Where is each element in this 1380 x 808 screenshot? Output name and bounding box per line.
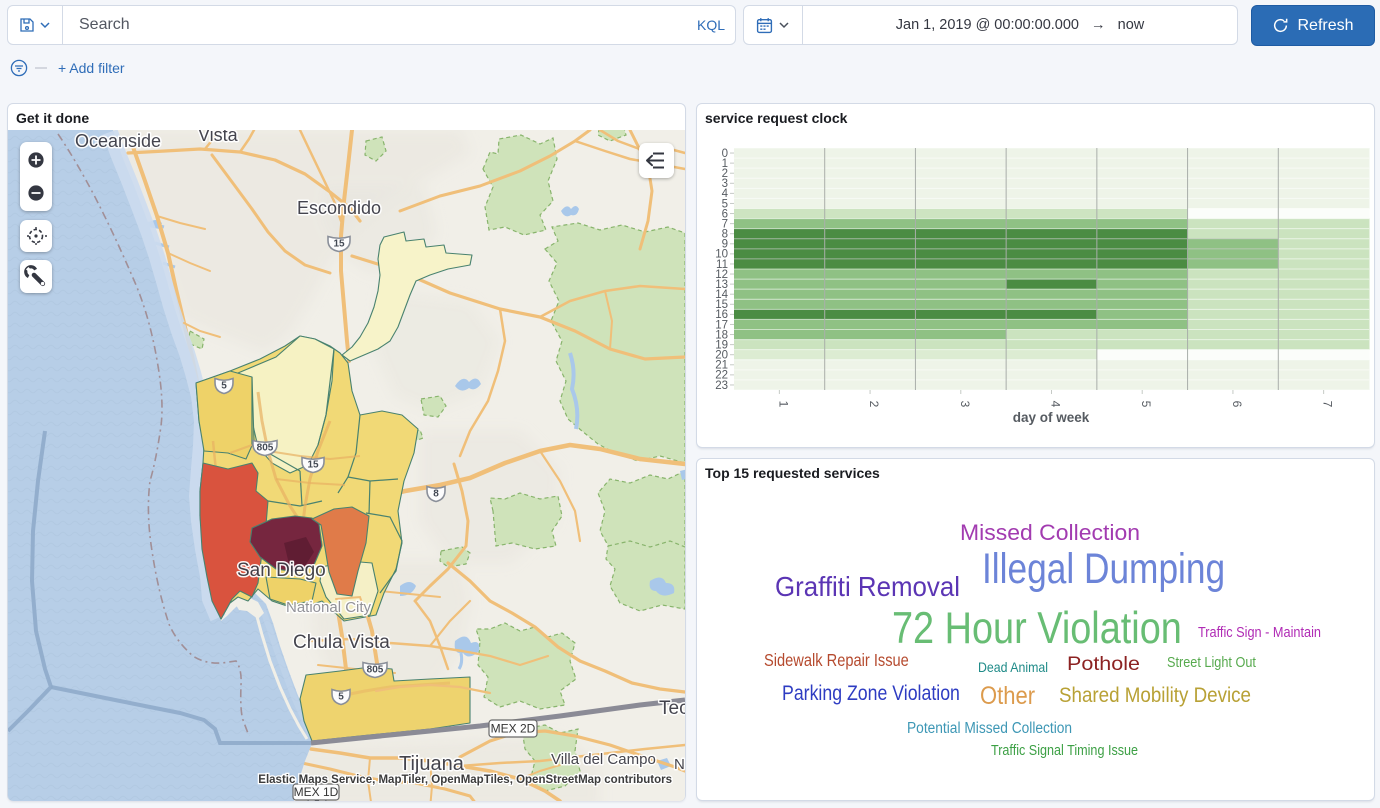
svg-text:1: 1 [776, 401, 790, 408]
svg-text:MEX 2D: MEX 2D [491, 722, 536, 736]
svg-text:San Diego: San Diego [237, 560, 326, 581]
svg-text:23: 23 [715, 380, 728, 392]
svg-text:2: 2 [867, 401, 881, 408]
svg-text:Villa del Campo: Villa del Campo [551, 751, 656, 768]
svg-text:805: 805 [257, 443, 274, 454]
svg-text:8: 8 [433, 489, 439, 500]
svg-text:5: 5 [221, 381, 227, 392]
svg-text:Vista: Vista [198, 130, 239, 145]
svg-text:Chula Vista: Chula Vista [293, 632, 390, 653]
svg-text:Tecate: Tecate [659, 698, 685, 719]
svg-text:National City: National City [286, 599, 372, 616]
svg-text:805: 805 [367, 665, 384, 676]
svg-text:6: 6 [1230, 401, 1244, 408]
svg-text:7: 7 [1321, 401, 1335, 408]
svg-text:3: 3 [958, 401, 972, 408]
svg-text:day of week: day of week [1013, 410, 1090, 425]
svg-text:4: 4 [1049, 401, 1063, 408]
svg-text:Escondido: Escondido [297, 198, 381, 218]
svg-text:5: 5 [1139, 401, 1153, 408]
svg-text:5: 5 [338, 692, 344, 703]
svg-text:15: 15 [333, 239, 345, 250]
svg-text:MEX 1D: MEX 1D [294, 785, 339, 799]
svg-text:15: 15 [307, 460, 319, 471]
svg-text:Tijuana: Tijuana [399, 753, 465, 775]
svg-text:Oceanside: Oceanside [75, 131, 161, 151]
svg-text:Na: Na [674, 756, 685, 773]
svg-text:Elastic Maps Service, MapTiler: Elastic Maps Service, MapTiler, OpenMapT… [258, 774, 672, 786]
